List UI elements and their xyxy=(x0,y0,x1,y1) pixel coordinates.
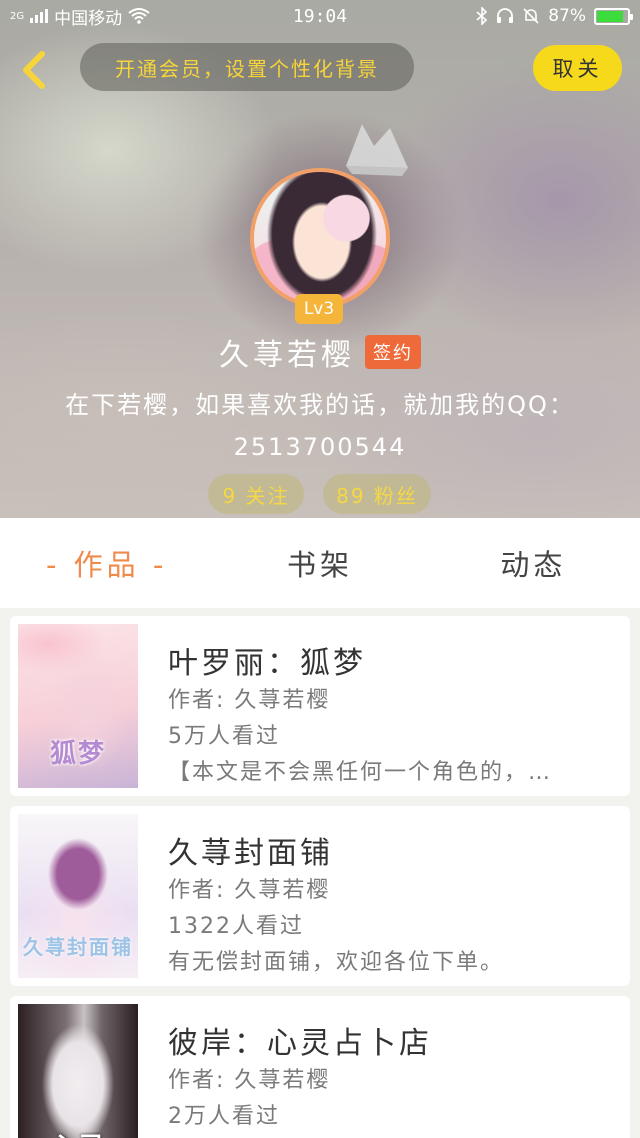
cover-text: 久荨封面铺 xyxy=(23,935,133,959)
book-views: 2万人看过 xyxy=(168,1104,280,1129)
book-card[interactable]: 心灵 彼岸：心灵占卜店 作者: 久荨若樱 2万人看过 xyxy=(10,996,630,1138)
clock: 19:04 xyxy=(292,5,348,27)
back-button[interactable] xyxy=(14,48,54,92)
avatar[interactable] xyxy=(250,168,390,308)
tab-works[interactable]: - 作品 - xyxy=(0,542,213,584)
mute-icon xyxy=(523,8,539,24)
user-name: 久荨若樱 xyxy=(219,338,355,373)
book-views: 5万人看过 xyxy=(168,724,280,749)
carrier-name: 中国移动 xyxy=(54,8,123,29)
battery-icon xyxy=(594,7,633,25)
signed-author-badge: 签约 xyxy=(365,335,421,369)
following-count[interactable]: 9 关注 xyxy=(208,474,304,514)
wifi-icon xyxy=(128,8,150,24)
book-card[interactable]: 狐梦 叶罗丽：狐梦 作者: 久荨若樱 5万人看过 【本文是不会黑任何一个角色的，… xyxy=(10,616,630,796)
book-title: 彼岸：心灵占卜店 xyxy=(168,1026,432,1061)
book-cover: 久荨封面铺 xyxy=(18,814,138,978)
book-title: 久荨封面铺 xyxy=(168,836,333,871)
book-views: 1322人看过 xyxy=(168,914,304,939)
user-bio: 在下若樱，如果喜欢我的话，就加我的QQ： 2513700544 xyxy=(20,384,620,468)
book-author: 作者: 久荨若樱 xyxy=(168,1068,331,1093)
tab-activity[interactable]: 动态 xyxy=(427,542,640,584)
profile-tabs: - 作品 - 书架 动态 xyxy=(0,518,640,608)
headset-icon xyxy=(497,8,514,23)
bio-line: 在下若樱，如果喜欢我的话，就加我的QQ： xyxy=(65,391,575,419)
bio-qq-number: 2513700544 xyxy=(233,433,407,461)
tab-bookshelf[interactable]: 书架 xyxy=(213,542,426,584)
level-badge: Lv3 xyxy=(295,294,343,324)
book-description: 【本文是不会黑任何一个角色的，… xyxy=(168,760,553,785)
book-author: 作者: 久荨若樱 xyxy=(168,878,331,903)
book-title: 叶罗丽：狐梦 xyxy=(168,646,366,681)
book-cover: 心灵 xyxy=(18,1004,138,1138)
book-card[interactable]: 久荨封面铺 久荨封面铺 作者: 久荨若樱 1322人看过 有无偿封面铺，欢迎各位… xyxy=(10,806,630,986)
unfollow-button[interactable]: 取关 xyxy=(533,45,622,91)
bluetooth-icon xyxy=(476,7,488,25)
cover-text: 心灵 xyxy=(18,1127,138,1138)
cover-text: 狐梦 xyxy=(49,739,106,769)
crown-decoration-icon xyxy=(346,124,408,176)
battery-percent: 87% xyxy=(548,6,586,26)
status-bar: 2G 中国移动 19:04 87% xyxy=(0,0,640,32)
signal-icon xyxy=(30,9,49,23)
book-author: 作者: 久荨若樱 xyxy=(168,688,331,713)
profile-header: 2G 中国移动 19:04 87% 开通会员，设置个性化背景 取关 Lv3 久荨… xyxy=(0,0,640,518)
chevron-left-icon xyxy=(23,51,45,89)
vip-background-banner[interactable]: 开通会员，设置个性化背景 xyxy=(80,43,414,91)
fans-count[interactable]: 89 粉丝 xyxy=(323,474,431,514)
network-type: 2G xyxy=(10,10,25,22)
book-description: 有无偿封面铺，欢迎各位下单。 xyxy=(168,950,505,975)
book-cover: 狐梦 xyxy=(18,624,138,788)
